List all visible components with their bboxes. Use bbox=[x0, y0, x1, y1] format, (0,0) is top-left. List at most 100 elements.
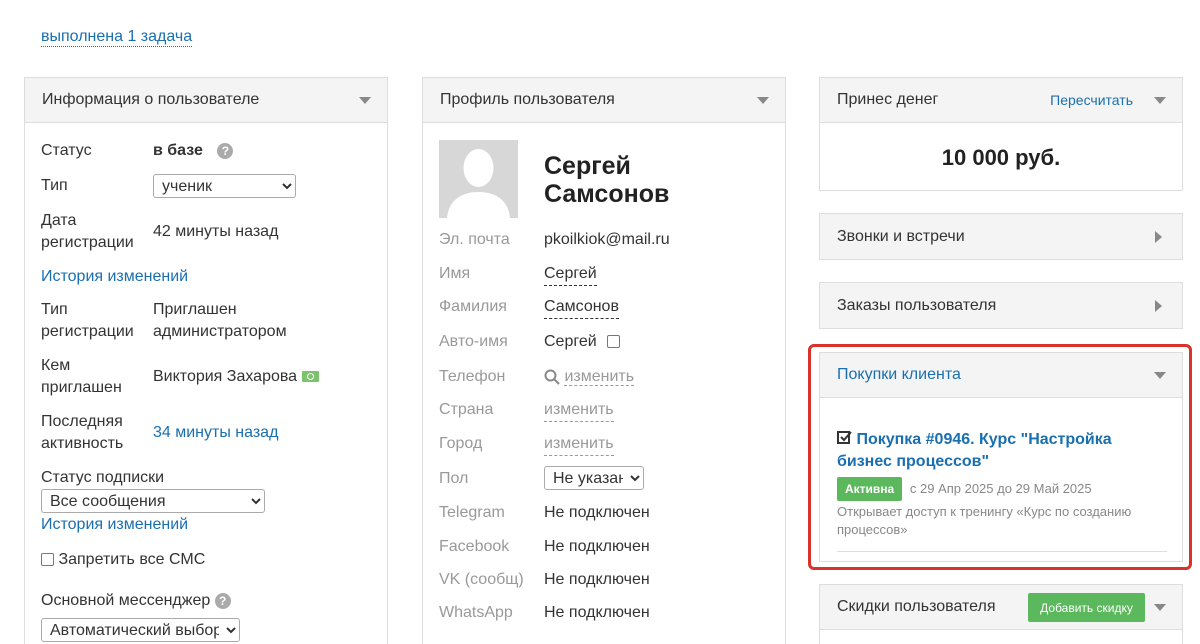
gender-select[interactable]: Не указан bbox=[544, 466, 644, 490]
auto-name-value: Сергей bbox=[544, 333, 597, 350]
email-label: Эл. почта bbox=[439, 231, 510, 248]
reg-type-value-line-1: Приглашен bbox=[153, 301, 237, 318]
block-sms-row[interactable]: Запретить все СМС bbox=[41, 549, 205, 571]
reg-type-value-line-2: администратором bbox=[153, 323, 287, 340]
country-label: Страна bbox=[439, 401, 494, 418]
chevron-down-icon[interactable] bbox=[1154, 97, 1166, 104]
messenger-label: Основной мессенджер bbox=[41, 592, 211, 609]
facebook-value: Не подключен bbox=[544, 538, 650, 555]
messenger-label-wrap: Основной мессенджер ? bbox=[41, 590, 231, 612]
reg-type-value: Приглашен администратором bbox=[153, 299, 287, 343]
chevron-down-icon[interactable] bbox=[1154, 604, 1166, 611]
subscription-select[interactable]: Все сообщения bbox=[41, 489, 265, 513]
money-amount: 10 000 руб. bbox=[941, 145, 1061, 170]
last-name-value[interactable]: Самсонов bbox=[544, 296, 619, 319]
history-link-2[interactable]: История изменений bbox=[41, 514, 188, 536]
gender-select-wrap: Не указан bbox=[544, 466, 644, 490]
invited-by-wrap: Виктория Захарова bbox=[153, 366, 319, 388]
subscription-select-wrap: Все сообщения bbox=[41, 489, 265, 513]
reg-date-label: Дата регистрации bbox=[41, 210, 134, 254]
status-label: Статус bbox=[41, 142, 92, 159]
type-select[interactable]: ученик bbox=[153, 174, 296, 198]
reg-date-label-line-2: регистрации bbox=[41, 234, 134, 251]
avatar[interactable] bbox=[439, 140, 518, 218]
auto-name-row: Сергей bbox=[544, 331, 621, 353]
highlight-frame bbox=[808, 344, 1192, 570]
profile-title: Профиль пользователя bbox=[440, 91, 615, 108]
chevron-down-icon[interactable] bbox=[359, 97, 371, 104]
first-name-value[interactable]: Сергей bbox=[544, 263, 597, 286]
country-edit-link[interactable]: изменить bbox=[544, 399, 614, 422]
profile-first-name: Сергей bbox=[544, 152, 631, 180]
recalculate-link[interactable]: Пересчитать bbox=[1050, 92, 1133, 108]
phone-label: Телефон bbox=[439, 368, 506, 385]
calls-panel[interactable]: Звонки и встречи bbox=[819, 213, 1183, 260]
money-panel: Принес денег Пересчитать 10 000 руб. bbox=[819, 77, 1183, 191]
user-info-title: Информация о пользователе bbox=[42, 91, 260, 108]
whatsapp-value: Не подключен bbox=[544, 604, 650, 621]
city-label: Город bbox=[439, 435, 483, 452]
phone-row: изменить bbox=[544, 366, 635, 388]
last-name-label: Фамилия bbox=[439, 298, 507, 315]
last-active-label: Последняя активность bbox=[41, 411, 123, 455]
profile-name: Сергей Самсонов bbox=[544, 152, 669, 208]
add-discount-button[interactable]: Добавить скидку bbox=[1028, 593, 1145, 622]
whatsapp-label: WhatsApp bbox=[439, 604, 513, 621]
search-icon[interactable] bbox=[544, 369, 560, 385]
messenger-select[interactable]: Автоматический выбор bbox=[41, 618, 240, 642]
vk-value: Не подключен bbox=[544, 571, 650, 588]
city-edit-link[interactable]: изменить bbox=[544, 433, 614, 456]
auto-name-checkbox[interactable] bbox=[607, 335, 621, 349]
email-value: pkoilkiok@mail.ru bbox=[544, 231, 670, 248]
orders-header[interactable]: Заказы пользователя bbox=[820, 283, 1182, 328]
page: выполнена 1 задача Информация о пользова… bbox=[0, 0, 1200, 644]
history-link-1[interactable]: История изменений bbox=[41, 266, 188, 288]
facebook-label: Facebook bbox=[439, 538, 510, 555]
completed-tasks-link[interactable]: выполнена 1 задача bbox=[41, 28, 193, 47]
invited-by-value: Виктория Захарова bbox=[153, 368, 298, 385]
status-value-wrap: в базе ? bbox=[153, 140, 234, 162]
block-sms-checkbox[interactable] bbox=[41, 553, 54, 567]
last-active-value[interactable]: 34 минуты назад bbox=[153, 422, 278, 444]
chevron-right-icon[interactable] bbox=[1155, 231, 1162, 243]
discounts-panel: Скидки пользователя Добавить скидку bbox=[819, 584, 1183, 644]
help-icon[interactable]: ? bbox=[214, 592, 231, 609]
chevron-right-icon[interactable] bbox=[1155, 300, 1162, 312]
orders-panel[interactable]: Заказы пользователя bbox=[819, 282, 1183, 329]
user-info-header[interactable]: Информация о пользователе bbox=[25, 78, 387, 123]
chevron-down-icon[interactable] bbox=[757, 97, 769, 104]
type-select-wrap: ученик bbox=[153, 174, 296, 198]
invited-by-label-line-2: приглашен bbox=[41, 379, 122, 396]
reg-type-label-line-1: Тип bbox=[41, 301, 68, 318]
invited-by-label: Кем приглашен bbox=[41, 355, 122, 399]
money-icon bbox=[301, 371, 319, 383]
first-name-label: Имя bbox=[439, 265, 471, 282]
calls-title: Звонки и встречи bbox=[837, 227, 965, 245]
invited-by-label-line-1: Кем bbox=[41, 357, 71, 374]
user-silhouette-icon bbox=[447, 149, 510, 218]
money-header[interactable]: Принес денег Пересчитать bbox=[820, 78, 1182, 123]
subscription-label: Статус подписки bbox=[41, 469, 165, 486]
reg-date-label-line-1: Дата bbox=[41, 212, 77, 229]
profile-header[interactable]: Профиль пользователя bbox=[423, 78, 785, 123]
calls-header[interactable]: Звонки и встречи bbox=[820, 214, 1182, 259]
vk-label: VK (сообщ) bbox=[439, 571, 524, 588]
telegram-value: Не подключен bbox=[544, 504, 650, 521]
profile-last-name: Самсонов bbox=[544, 180, 670, 208]
type-label: Тип bbox=[41, 177, 68, 194]
reg-date-value: 42 минуты назад bbox=[153, 223, 279, 240]
auto-name-label: Авто-имя bbox=[439, 333, 508, 350]
discounts-header[interactable]: Скидки пользователя Добавить скидку bbox=[820, 585, 1182, 630]
phone-edit-link[interactable]: изменить bbox=[564, 368, 635, 386]
help-icon[interactable]: ? bbox=[217, 142, 234, 159]
telegram-label: Telegram bbox=[439, 504, 505, 521]
reg-type-label: Тип регистрации bbox=[41, 299, 134, 343]
last-active-label-line-1: Последняя bbox=[41, 413, 123, 430]
status-value: в базе bbox=[153, 142, 203, 159]
gender-label: Пол bbox=[439, 470, 469, 487]
messenger-select-wrap: Автоматический выбор bbox=[41, 618, 240, 642]
discounts-title: Скидки пользователя bbox=[837, 598, 996, 615]
last-active-label-line-2: активность bbox=[41, 435, 124, 452]
block-sms-label: Запретить все СМС bbox=[58, 551, 206, 568]
orders-title: Заказы пользователя bbox=[837, 296, 997, 314]
